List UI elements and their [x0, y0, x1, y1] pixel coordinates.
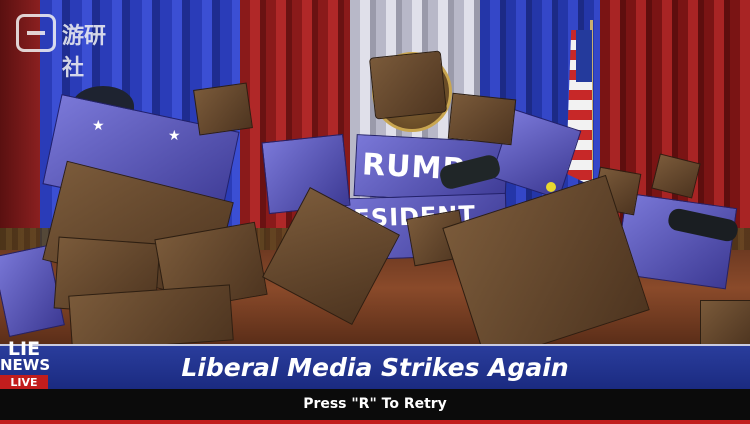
gamepad-icon: [16, 14, 56, 52]
flag-canton: [576, 30, 592, 82]
watermark-logo: 游研社: [16, 14, 122, 81]
watermark-text: 游研社: [62, 24, 107, 81]
news-chyron: Liberal Media Strikes Again: [0, 344, 750, 392]
ticker-red-stripe: [0, 420, 750, 424]
headline: Liberal Media Strikes Again: [181, 353, 569, 382]
crate: [368, 50, 448, 120]
star-icon: ★: [92, 118, 105, 134]
crate: [193, 82, 253, 136]
retry-prompt: Press "R" To Retry: [303, 396, 447, 412]
crate: [68, 284, 234, 352]
news-brand: LIE NEWS LIVE: [0, 340, 51, 392]
crate: [700, 300, 750, 346]
game-scene: 游研社 RUMP RESIDENT ★ ★ Liberal Media Stri…: [0, 0, 750, 424]
crate: [447, 92, 517, 146]
brand-line2: NEWS: [0, 356, 51, 374]
ticker-bar: Press "R" To Retry: [0, 389, 750, 424]
golden-ball: [546, 182, 556, 192]
star-icon: ★: [168, 128, 181, 144]
